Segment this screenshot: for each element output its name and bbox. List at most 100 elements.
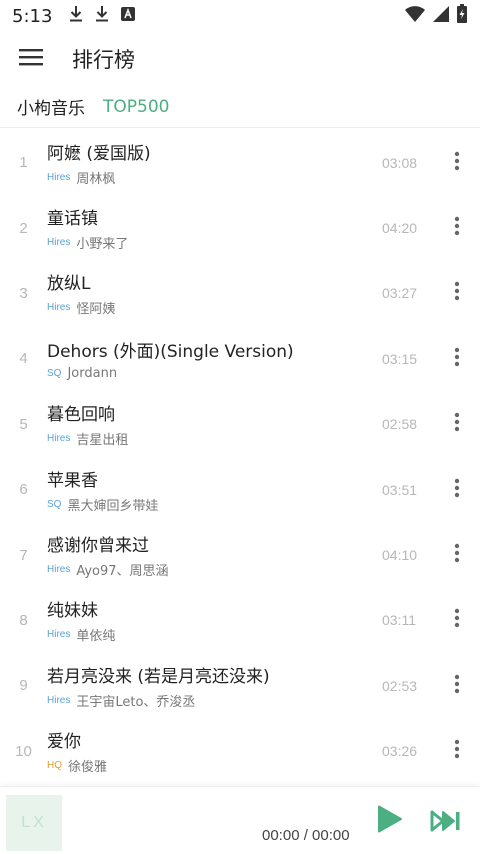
- song-duration: 03:15: [382, 350, 418, 367]
- song-meta: SQ Jordann: [47, 366, 382, 381]
- quality-badge: Hires: [47, 433, 71, 445]
- more-options-button[interactable]: [440, 731, 474, 771]
- song-duration: 04:10: [382, 547, 418, 564]
- more-options-button[interactable]: [440, 404, 474, 444]
- battery-charging-icon: [456, 4, 468, 28]
- song-index: 10: [15, 742, 32, 760]
- song-row[interactable]: 8 纯妹妹 Hires 单依纯 03:11: [0, 588, 480, 653]
- more-options-button[interactable]: [440, 600, 474, 640]
- song-row[interactable]: 3 放纵L Hires 怪阿姨 03:27: [0, 261, 480, 326]
- song-title: 放纵L: [47, 274, 91, 295]
- song-title: 纯妹妹: [47, 601, 98, 622]
- song-row[interactable]: 1 阿嬷 (爱国版) Hires 周林枫 03:08: [0, 130, 480, 195]
- system-icons: [404, 4, 468, 28]
- song-meta: Hires 周林枫: [47, 168, 382, 187]
- song-row[interactable]: 4 Dehors (外面)(Single Version) SQ Jordann 03:…: [0, 326, 480, 391]
- quality-badge: Hires: [47, 629, 71, 641]
- play-icon: [376, 804, 404, 838]
- song-meta: SQ 黑大婶回乡带娃: [47, 495, 382, 514]
- song-meta: Hires 王宇宙Leto、乔浚丞: [47, 691, 382, 710]
- more-options-button[interactable]: [440, 143, 474, 183]
- source-selector[interactable]: 小枸音乐: [17, 94, 85, 119]
- next-button[interactable]: [428, 805, 464, 841]
- song-meta: Hires 怪阿姨: [47, 298, 382, 317]
- song-title: 感谢你曾来过: [47, 536, 149, 557]
- song-duration: 03:51: [382, 481, 418, 498]
- song-info: 纯妹妹 Hires 单依纯: [47, 596, 382, 644]
- song-meta: HQ 徐俊雅: [47, 756, 382, 775]
- more-vertical-icon: [454, 478, 460, 502]
- song-index: 5: [19, 415, 28, 433]
- song-row[interactable]: 5 暮色回响 Hires 吉星出租 02:58: [0, 392, 480, 457]
- download-icon: [68, 5, 84, 27]
- play-button[interactable]: [372, 803, 408, 839]
- song-duration: 03:11: [382, 612, 416, 629]
- song-title: Dehors (外面)(Single Version): [47, 341, 294, 362]
- notification-icons: [68, 5, 136, 27]
- song-index: 8: [19, 611, 28, 629]
- song-info: 感谢你曾来过 Hires Ayo97、周思涵: [47, 531, 382, 579]
- song-index: 2: [19, 219, 28, 237]
- song-meta: Hires Ayo97、周思涵: [47, 560, 382, 579]
- more-vertical-icon: [454, 543, 460, 567]
- more-options-button[interactable]: [440, 339, 474, 379]
- more-vertical-icon: [454, 412, 460, 436]
- song-singer: 周林枫: [76, 171, 116, 187]
- song-title: 若月亮没来 (若是月亮还没来): [47, 666, 270, 687]
- song-singer: 小野来了: [76, 237, 129, 253]
- song-info: 放纵L Hires 怪阿姨: [47, 269, 382, 317]
- quality-badge: SQ: [47, 498, 62, 510]
- song-row[interactable]: 7 感谢你曾来过 Hires Ayo97、周思涵 04:10: [0, 522, 480, 587]
- song-info: 若月亮没来 (若是月亮还没来) Hires 王宇宙Leto、乔浚丞: [47, 662, 382, 710]
- song-singer: 怪阿姨: [76, 302, 116, 318]
- status-time: 5:13: [12, 5, 53, 27]
- more-options-button[interactable]: [440, 208, 474, 248]
- player-bar: LX 00:00 / 00:00: [0, 786, 480, 854]
- playback-time: 00:00 / 00:00: [262, 827, 350, 844]
- more-options-button[interactable]: [440, 535, 474, 575]
- song-singer: Jordann: [67, 365, 118, 381]
- more-vertical-icon: [454, 151, 460, 175]
- song-meta: Hires 小野来了: [47, 233, 382, 252]
- song-info: 童话镇 Hires 小野来了: [47, 204, 382, 252]
- more-options-button[interactable]: [440, 470, 474, 510]
- more-options-button[interactable]: [440, 666, 474, 706]
- quality-badge: Hires: [47, 564, 71, 576]
- song-duration: 03:08: [382, 154, 418, 171]
- download-icon: [94, 5, 110, 27]
- song-info: Dehors (外面)(Single Version) SQ Jordann: [47, 337, 382, 381]
- more-options-button[interactable]: [440, 273, 474, 313]
- quality-badge: SQ: [47, 367, 62, 379]
- hamburger-menu-icon: [19, 47, 43, 71]
- quality-badge: Hires: [47, 171, 71, 183]
- album-cover[interactable]: LX: [6, 795, 62, 851]
- song-title: 苹果香: [47, 470, 98, 491]
- signal-icon: [432, 5, 450, 27]
- tab-top500[interactable]: TOP500: [103, 97, 169, 117]
- song-index: 9: [19, 677, 28, 695]
- song-singer: 黑大婶回乡带娃: [67, 498, 159, 514]
- song-duration: 03:26: [382, 743, 418, 760]
- song-title: 童话镇: [47, 209, 98, 230]
- song-duration: 02:53: [382, 677, 418, 694]
- song-row[interactable]: 9 若月亮没来 (若是月亮还没来) Hires 王宇宙Leto、乔浚丞 02:53: [0, 653, 480, 718]
- song-list: 1 阿嬷 (爱国版) Hires 周林枫 03:08 2 童话镇 Hires 小野来了 04:20…: [0, 130, 480, 784]
- song-row[interactable]: 6 苹果香 SQ 黑大婶回乡带娃 03:51: [0, 457, 480, 522]
- app-bar: 排行榜: [0, 32, 480, 86]
- song-row[interactable]: 10 爱你 HQ 徐俊雅 03:26: [0, 719, 480, 784]
- status-bar: 5:13: [0, 0, 480, 32]
- song-duration: 03:27: [382, 285, 418, 302]
- source-bar: 小枸音乐 TOP500: [0, 86, 480, 128]
- song-index: 3: [19, 284, 28, 302]
- song-info: 阿嬷 (爱国版) Hires 周林枫: [47, 139, 382, 187]
- song-singer: 王宇宙Leto、乔浚丞: [76, 694, 196, 710]
- song-meta: Hires 单依纯: [47, 625, 382, 644]
- skip-next-icon: [430, 809, 462, 837]
- more-vertical-icon: [454, 608, 460, 632]
- menu-button[interactable]: [0, 32, 62, 86]
- more-vertical-icon: [454, 347, 460, 371]
- song-index: 6: [19, 481, 28, 499]
- song-meta: Hires 吉星出租: [47, 429, 382, 448]
- song-row[interactable]: 2 童话镇 Hires 小野来了 04:20: [0, 195, 480, 260]
- song-singer: 吉星出租: [76, 433, 129, 449]
